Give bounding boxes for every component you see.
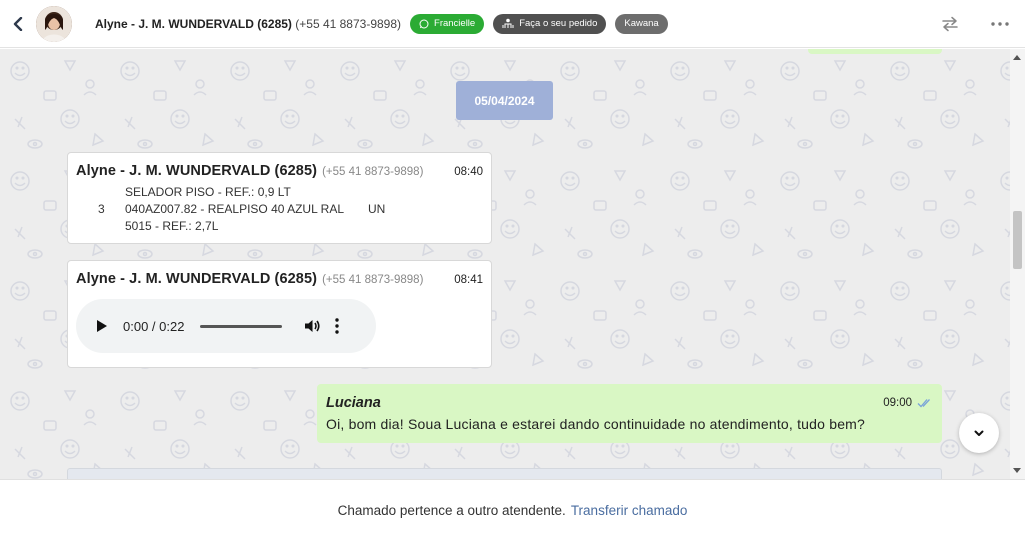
- incoming-audio-message: Alyne - J. M. WUNDERVALD (6285) (+55 41 …: [67, 260, 492, 368]
- whatsapp-icon: [419, 19, 429, 28]
- more-options-button[interactable]: [975, 0, 1025, 48]
- more-horizontal-icon: [991, 22, 1009, 26]
- image-qty: 3: [98, 202, 105, 216]
- outgoing-text-message[interactable]: Luciana 09:00 Oi, bom dia! Soua Luciana …: [317, 384, 942, 443]
- tag-faca-seu-pedido[interactable]: Faça o seu pedido: [493, 13, 607, 34]
- image-unit: UN: [368, 202, 386, 216]
- tag-francielle[interactable]: Francielle: [410, 13, 485, 34]
- image-text: 5015 - REF.: 2,7L: [125, 219, 219, 233]
- previous-message-stub: [808, 49, 942, 54]
- image-line: 3 040AZ007.82 - REALPISO 40 AZUL RAL UN: [98, 201, 385, 218]
- chat-scrollbar[interactable]: [1010, 49, 1025, 479]
- header-actions: [925, 0, 1025, 48]
- contact-phone: (+55 41 8873-9898): [295, 16, 402, 31]
- tag-label: Francielle: [434, 18, 476, 29]
- transfer-ticket-link[interactable]: Transferir chamado: [571, 503, 688, 518]
- image-line: 5015 - REF.: 2,7L: [98, 218, 385, 235]
- chat-messages-area[interactable]: 05/04/2024 Alyne - J. M. WUNDERVALD (628…: [0, 49, 1010, 479]
- scroll-up-arrow[interactable]: [1013, 55, 1021, 60]
- chevron-down-icon: [974, 430, 984, 436]
- play-icon[interactable]: [97, 320, 107, 332]
- tag-label: Kawana: [624, 18, 659, 29]
- message-text: Oi, bom dia! Soua Luciana e estarei dand…: [326, 416, 866, 432]
- tag-label: Faça o seu pedido: [519, 18, 598, 29]
- date-badge: 05/04/2024: [456, 81, 553, 120]
- double-check-icon: [917, 399, 930, 408]
- scrollbar-thumb[interactable]: [1013, 211, 1022, 269]
- scroll-to-bottom-button[interactable]: [959, 413, 999, 453]
- sender-name: Alyne - J. M. WUNDERVALD (6285): [76, 271, 318, 287]
- sender-phone: (+55 41 8873-9898): [322, 166, 424, 178]
- back-button[interactable]: [0, 0, 36, 48]
- chat-footer: Chamado pertence a outro atendente. Tran…: [0, 479, 1025, 541]
- sender-name: Alyne - J. M. WUNDERVALD (6285): [76, 163, 318, 179]
- next-message-preview: [67, 468, 942, 479]
- contact-title: Alyne - J. M. WUNDERVALD (6285) (+55 41 …: [95, 17, 401, 31]
- message-image[interactable]: SELADOR PISO - REF.: 0,9 LT 3 040AZ007.82…: [98, 184, 385, 235]
- audio-player: 0:00 / 0:22: [76, 299, 376, 353]
- image-text: SELADOR PISO - REF.: 0,9 LT: [125, 185, 291, 199]
- sender-phone: (+55 41 8873-9898): [322, 274, 424, 286]
- avatar[interactable]: [36, 5, 72, 42]
- swap-arrows-icon: [942, 16, 958, 32]
- message-header: Alyne - J. M. WUNDERVALD (6285) (+55 41 …: [76, 163, 483, 179]
- message-time: 08:41: [454, 274, 483, 286]
- sender-name: Luciana: [326, 395, 381, 411]
- chat-header: Alyne - J. M. WUNDERVALD (6285) (+55 41 …: [0, 0, 1025, 48]
- transfer-button[interactable]: [925, 0, 975, 48]
- tag-kawana[interactable]: Kawana: [615, 13, 668, 34]
- message-header: Alyne - J. M. WUNDERVALD (6285) (+55 41 …: [76, 271, 483, 287]
- audio-progress-slider[interactable]: [200, 324, 283, 328]
- message-time: 08:40: [454, 166, 483, 178]
- more-vertical-icon[interactable]: [335, 318, 340, 334]
- contact-name: Alyne - J. M. WUNDERVALD (6285): [95, 16, 292, 31]
- volume-icon[interactable]: [304, 318, 321, 334]
- incoming-image-message[interactable]: Alyne - J. M. WUNDERVALD (6285) (+55 41 …: [67, 152, 492, 244]
- image-line: SELADOR PISO - REF.: 0,9 LT: [98, 184, 385, 201]
- ownership-notice: Chamado pertence a outro atendente.: [337, 503, 566, 518]
- people-icon: [502, 18, 514, 28]
- audio-time: 0:00 / 0:22: [123, 318, 185, 334]
- avatar-image: [36, 5, 72, 42]
- image-text: 040AZ007.82 - REALPISO 40 AZUL RAL: [125, 202, 345, 216]
- message-time: 09:00: [883, 397, 912, 409]
- scroll-down-arrow[interactable]: [1013, 468, 1021, 473]
- chevron-left-icon: [13, 16, 23, 31]
